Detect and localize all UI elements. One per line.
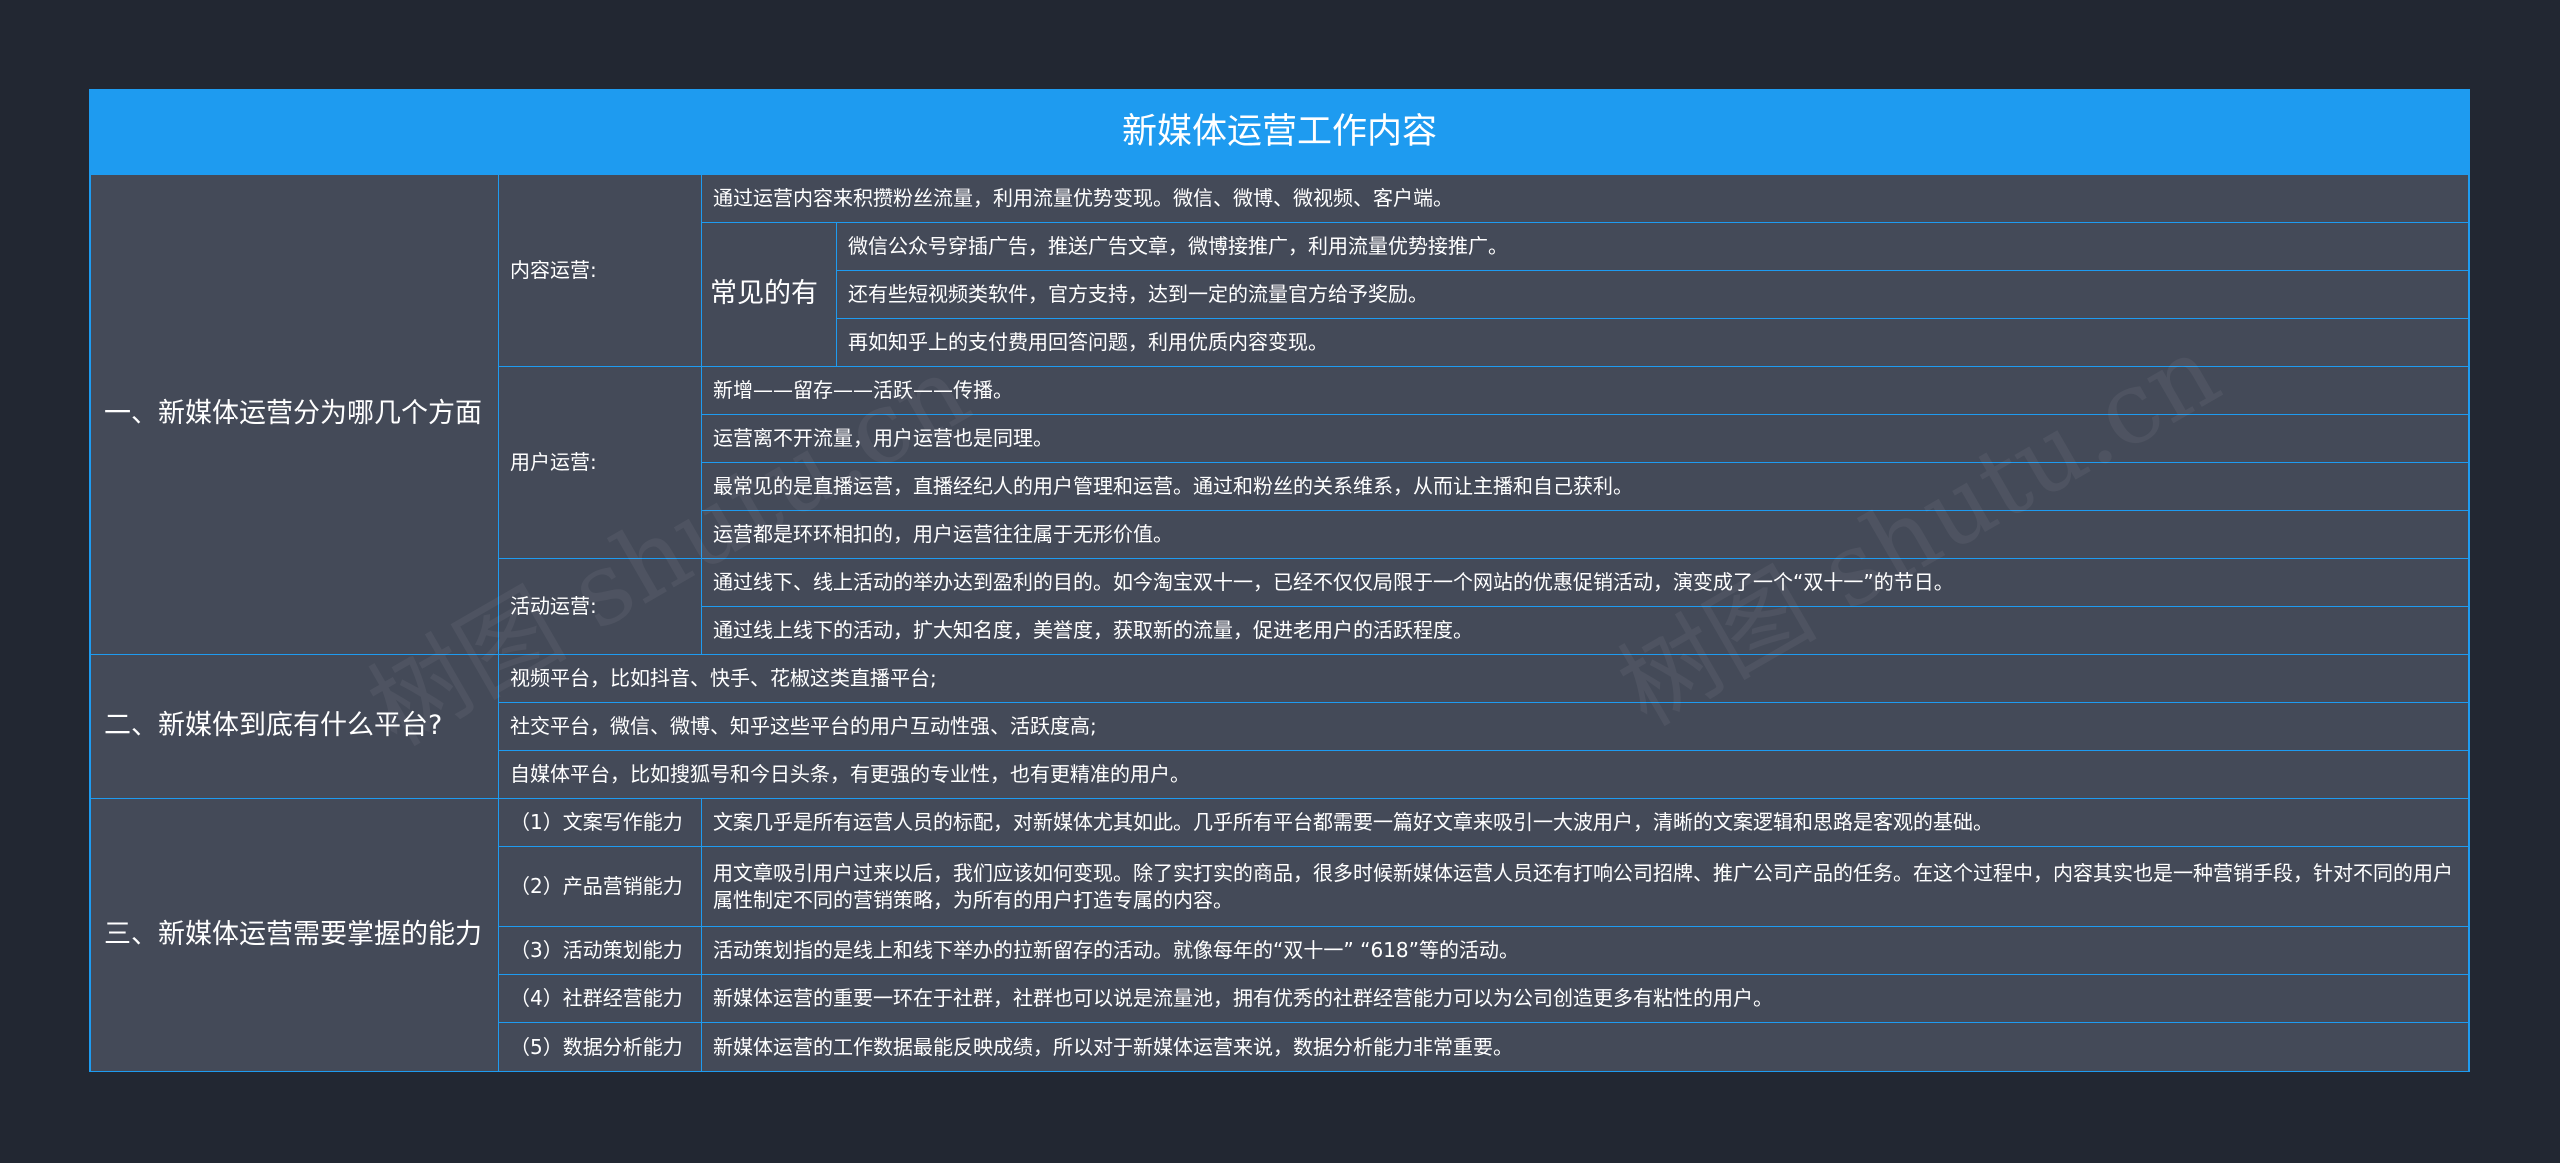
section-1-label: 一、新媒体运营分为哪几个方面 [91,175,499,655]
ability-label: （1）文案写作能力 [499,799,702,847]
section-3-label: 三、新媒体运营需要掌握的能力 [91,799,499,1071]
leaf-item: 微信公众号穿插广告，推送广告文章，微博接推广，利用流量优势接推广。 [837,223,2468,271]
leaf-item: 视频平台，比如抖音、快手、花椒这类直播平台; [499,655,2468,703]
mindmap-title: 新媒体运营工作内容 [91,91,2468,175]
subgroup-common: 常见的有 [702,223,837,367]
ability-text: 用文章吸引用户过来以后，我们应该如何变现。除了实打实的商品，很多时候新媒体运营人… [702,847,2468,927]
leaf-item: 通过线上线下的活动，扩大知名度，美誉度，获取新的流量，促进老用户的活跃程度。 [702,607,2468,655]
leaf-item: 运营离不开流量，用户运营也是同理。 [702,415,2468,463]
leaf-item: 新增——留存——活跃——传播。 [702,367,2468,415]
group-user-ops: 用户运营: [499,367,702,559]
ability-label: （4）社群经营能力 [499,975,702,1023]
section-2-label: 二、新媒体到底有什么平台? [91,655,499,799]
ability-text: 文案几乎是所有运营人员的标配，对新媒体尤其如此。几乎所有平台都需要一篇好文章来吸… [702,799,2468,847]
ability-text: 新媒体运营的工作数据最能反映成绩，所以对于新媒体运营来说，数据分析能力非常重要。 [702,1023,2468,1071]
ability-label: （3）活动策划能力 [499,927,702,975]
leaf-item: 通过线下、线上活动的举办达到盈利的目的。如今淘宝双十一，已经不仅仅局限于一个网站… [702,559,2468,607]
leaf-item: 最常见的是直播运营，直播经纪人的用户管理和运营。通过和粉丝的关系维系，从而让主播… [702,463,2468,511]
group-event-ops: 活动运营: [499,559,702,655]
leaf-item: 自媒体平台，比如搜狐号和今日头条，有更强的专业性，也有更精准的用户。 [499,751,2468,799]
group-content-ops: 内容运营: [499,175,702,367]
ability-text: 新媒体运营的重要一环在于社群，社群也可以说是流量池，拥有优秀的社群经营能力可以为… [702,975,2468,1023]
leaf-item: 再如知乎上的支付费用回答问题，利用优质内容变现。 [837,319,2468,367]
leaf-item: 运营都是环环相扣的，用户运营往往属于无形价值。 [702,511,2468,559]
leaf-item: 还有些短视频类软件，官方支持，达到一定的流量官方给予奖励。 [837,271,2468,319]
leaf-item: 社交平台，微信、微博、知乎这些平台的用户互动性强、活跃度高; [499,703,2468,751]
mindmap-table: 新媒体运营工作内容 一、新媒体运营分为哪几个方面 内容运营: 通过运营内容来积攒… [89,89,2470,1072]
leaf-item: 通过运营内容来积攒粉丝流量，利用流量优势变现。微信、微博、微视频、客户端。 [702,175,2468,223]
ability-text: 活动策划指的是线上和线下举办的拉新留存的活动。就像每年的“双十一” “618”等… [702,927,2468,975]
ability-label: （2）产品营销能力 [499,847,702,927]
ability-label: （5）数据分析能力 [499,1023,702,1071]
